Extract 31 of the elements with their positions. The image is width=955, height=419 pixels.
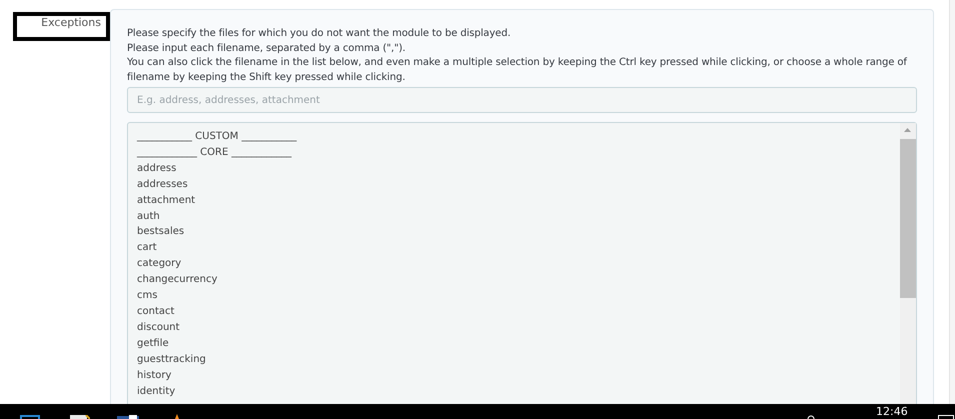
cone-icon[interactable]: [173, 414, 181, 419]
list-option[interactable]: address: [137, 160, 900, 177]
list-option[interactable]: getfile: [137, 336, 900, 352]
document-icon[interactable]: [117, 415, 139, 419]
field-label: Exceptions: [41, 16, 101, 29]
list-option[interactable]: changecurrency: [137, 272, 900, 288]
file-listbox[interactable]: ___________ CUSTOM ___________ ____________ CORE ____________ address addresses attachment auth bestsales cart category changecurrency cms contact discount getfile guesttracking history identity: [127, 122, 917, 404]
list-option[interactable]: addresses: [137, 176, 900, 193]
list-option[interactable]: attachment: [137, 192, 900, 209]
list-option[interactable]: category: [137, 256, 900, 272]
list-option[interactable]: cart: [137, 240, 900, 256]
list-option[interactable]: guesttracking: [137, 352, 900, 368]
list-option[interactable]: ___________ CUSTOM ___________: [137, 129, 900, 145]
clock-time[interactable]: 12:46: [876, 405, 908, 418]
list-option[interactable]: cms: [137, 288, 900, 304]
help-text: Please specify the files for which you do not want the module to be displayed.: [127, 27, 512, 41]
notepad-icon[interactable]: [70, 415, 90, 419]
input-field[interactable]: E.g. address, addresses, attachment: [127, 87, 917, 113]
help-text: Please input each filename, separated by a comma (",").: [127, 42, 406, 56]
list-option[interactable]: discount: [137, 320, 900, 336]
monitor-icon[interactable]: [20, 415, 40, 419]
list-option[interactable]: history: [137, 368, 900, 384]
list-option[interactable]: identity: [137, 384, 900, 400]
list-option[interactable]: auth: [137, 208, 900, 224]
list-option[interactable]: contact: [137, 304, 900, 320]
help-text: You can also click the filename in the list below, and even make a multiple selection by keeping the Ctrl key pressed while clicking, or choose a whole range of filename by keeping the Shift key pressed while clicking.: [127, 56, 908, 84]
scrollbar-thumb[interactable]: [900, 139, 916, 298]
scrollbar[interactable]: [900, 123, 916, 404]
list-option[interactable]: bestsales: [137, 224, 900, 240]
list-option[interactable]: ____________ CORE ____________: [137, 144, 900, 161]
notification-icon[interactable]: [938, 415, 954, 419]
